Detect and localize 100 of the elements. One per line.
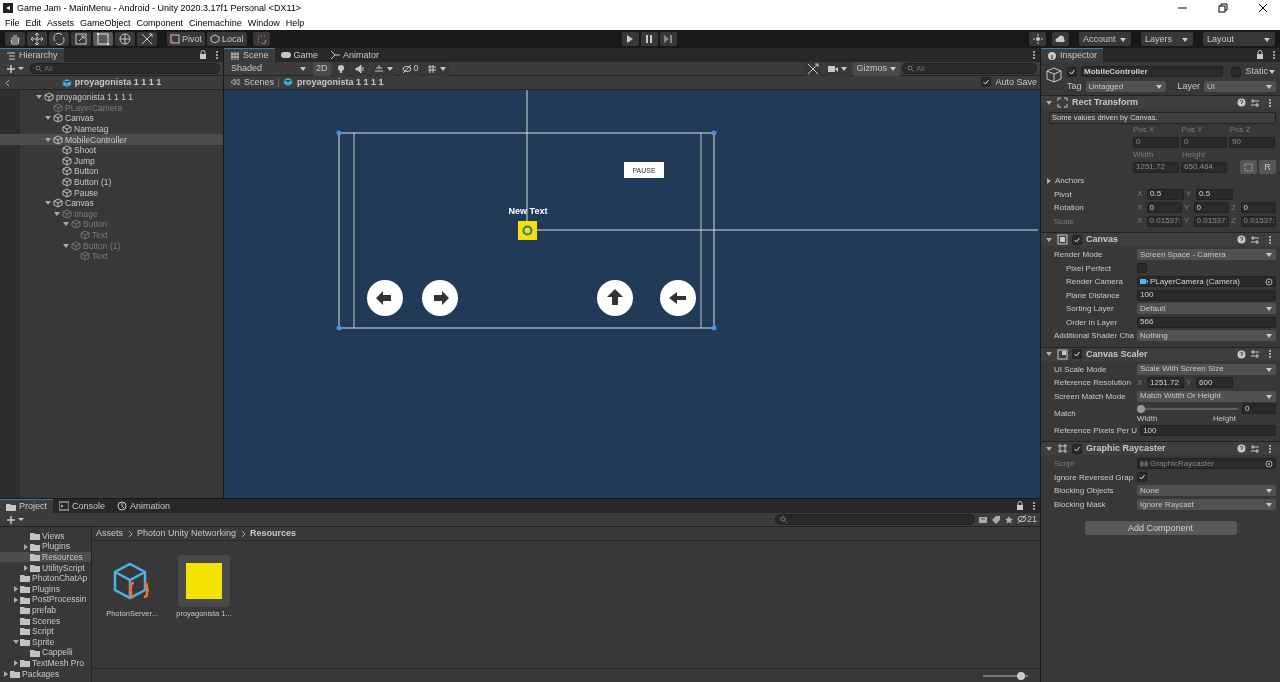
panel-tab[interactable]: Scene: [224, 48, 275, 62]
filter-by-type-icon[interactable]: [978, 514, 988, 525]
dropdown-field[interactable]: Match Width Or Height: [1137, 390, 1276, 402]
folder-tree-item[interactable]: Views: [0, 530, 91, 542]
folder-tree-item[interactable]: Script: [0, 626, 91, 637]
text-field[interactable]: 100: [1137, 289, 1276, 301]
account-dropdown[interactable]: Account: [1079, 32, 1131, 46]
more-options-icon[interactable]: [1268, 97, 1272, 108]
step-button[interactable]: [659, 32, 677, 46]
folder-tree-item[interactable]: Packages: [0, 668, 91, 679]
panel-tab[interactable]: Animator: [324, 48, 386, 62]
number-field[interactable]: 0: [1242, 403, 1276, 414]
number-field[interactable]: 1251.72: [1147, 377, 1184, 389]
folder-tree-item[interactable]: UtilityScript: [0, 562, 91, 574]
pivot-button[interactable]: Pivot: [167, 32, 205, 46]
folder-tree-item[interactable]: PhotonChatAp: [0, 573, 91, 584]
panel-tab[interactable]: Game: [274, 48, 325, 62]
dropdown-field[interactable]: Scale With Screen Size: [1137, 363, 1276, 375]
number-field[interactable]: 600: [1196, 377, 1233, 389]
lock-icon[interactable]: [199, 50, 207, 60]
hidden-packages-toggle[interactable]: 21: [1017, 514, 1037, 525]
panel-tab[interactable]: Console: [53, 499, 112, 513]
text-field[interactable]: 566: [1137, 316, 1276, 328]
component-checkbox[interactable]: [1072, 443, 1082, 454]
hierarchy-item[interactable]: Nametag: [0, 123, 223, 135]
help-icon[interactable]: [1237, 444, 1246, 454]
help-icon[interactable]: [1237, 349, 1246, 359]
search-field[interactable]: [775, 514, 975, 525]
dropdown-field[interactable]: Ignore Raycast: [1137, 498, 1276, 510]
active-checkbox[interactable]: [1067, 66, 1077, 77]
static-dropdown[interactable]: Static: [1245, 66, 1276, 77]
help-icon[interactable]: [1237, 98, 1246, 107]
more-options-icon[interactable]: [1272, 50, 1276, 60]
hierarchy-item[interactable]: MobileController: [0, 134, 223, 145]
breadcrumb-link[interactable]: proyagonista 1 1 1 1: [283, 77, 384, 88]
number-field[interactable]: 0: [1193, 202, 1229, 214]
restore-icon[interactable]: [1218, 3, 1228, 13]
star-icon[interactable]: [1004, 514, 1014, 525]
dropdown-field[interactable]: Default: [1137, 303, 1276, 315]
menu-item[interactable]: Cinemachine: [186, 17, 245, 29]
more-options-icon[interactable]: [1268, 443, 1272, 454]
expand-arrow-icon[interactable]: [12, 637, 20, 646]
more-options-icon[interactable]: [1268, 234, 1272, 245]
sprite-thumbnail[interactable]: [178, 555, 230, 607]
scale-tool-button[interactable]: [71, 32, 91, 46]
transform-tool-button[interactable]: [115, 32, 135, 46]
folder-tree-item[interactable]: PostProcessin: [0, 594, 91, 605]
presets-icon[interactable]: [1250, 443, 1260, 454]
expand-arrow-icon[interactable]: [1045, 176, 1053, 185]
pause-button[interactable]: [640, 32, 658, 46]
hierarchy-item[interactable]: Jump: [0, 155, 223, 167]
custom-tool-button[interactable]: [137, 32, 157, 46]
menu-item[interactable]: Window: [244, 17, 283, 29]
panel-tab[interactable]: Animation: [111, 499, 177, 513]
hierarchy-item[interactable]: proyagonista 1 1 1 1: [0, 92, 223, 103]
layout-dropdown[interactable]: Layout: [1203, 32, 1275, 46]
folder-tree-item[interactable]: Sprite: [0, 636, 91, 648]
hierarchy-item[interactable]: Canvas: [0, 113, 223, 124]
foldout-label[interactable]: Anchors: [1055, 175, 1085, 186]
dropdown-field[interactable]: None: [1137, 485, 1276, 497]
more-options-icon[interactable]: [215, 50, 219, 60]
lock-icon[interactable]: [1016, 501, 1024, 511]
expand-arrow-icon[interactable]: [1045, 350, 1053, 358]
breadcrumb-link[interactable]: Scenes: [230, 77, 275, 88]
menu-item[interactable]: Assets: [44, 17, 78, 29]
auto-save-checkbox[interactable]: Auto Save: [981, 77, 1037, 88]
number-field[interactable]: 0.5: [1147, 188, 1184, 200]
text-field[interactable]: 100: [1140, 424, 1276, 436]
folder-tree-item[interactable]: Cappelli: [0, 647, 91, 658]
component-checkbox[interactable]: [1072, 349, 1082, 359]
presets-icon[interactable]: [1250, 349, 1260, 359]
move-tool-button[interactable]: [27, 32, 47, 46]
menu-item[interactable]: Component: [133, 17, 187, 29]
layers-dropdown[interactable]: Layers: [1141, 32, 1193, 46]
menu-item[interactable]: Edit: [22, 17, 45, 29]
menu-item[interactable]: Help: [282, 17, 308, 29]
add-component-button[interactable]: Add Component: [1084, 521, 1237, 536]
folder-tree-item[interactable]: Resources: [0, 551, 91, 563]
breadcrumb-link[interactable]: Resources: [250, 528, 297, 539]
folder-tree-item[interactable]: Plugins: [0, 541, 91, 552]
layer-dropdown[interactable]: UI: [1204, 81, 1276, 92]
checkbox[interactable]: [1137, 472, 1147, 483]
more-options-icon[interactable]: [1032, 501, 1036, 511]
folder-tree-item[interactable]: prefab: [0, 604, 91, 616]
slider-thumb[interactable]: [1017, 671, 1026, 680]
presets-icon[interactable]: [1250, 234, 1260, 245]
expand-arrow-icon[interactable]: [1045, 235, 1053, 244]
expand-arrow-icon[interactable]: [22, 563, 30, 572]
local-button[interactable]: Local: [207, 32, 247, 46]
folder-tree-item[interactable]: TextMesh Pro: [0, 657, 91, 669]
expand-arrow-icon[interactable]: [1045, 444, 1053, 453]
object-field[interactable]: PLayerCamera (Camera): [1137, 276, 1276, 288]
breadcrumb-link[interactable]: Assets: [96, 528, 123, 539]
grid-snap-button[interactable]: [252, 32, 270, 46]
hierarchy-item[interactable]: Button (1): [0, 176, 223, 188]
slider-thumb[interactable]: [1137, 404, 1145, 413]
tag-icon[interactable]: [991, 514, 1001, 525]
hierarchy-item[interactable]: Button: [0, 166, 223, 177]
expand-arrow-icon[interactable]: [1045, 98, 1053, 107]
rect-tool-button[interactable]: [93, 32, 113, 46]
